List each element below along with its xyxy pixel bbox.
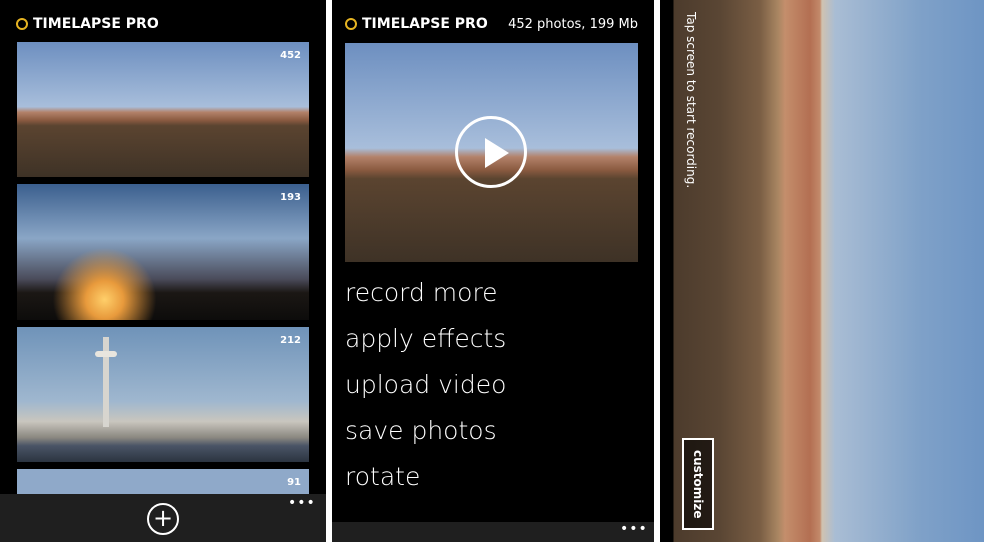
app-title: TIMELAPSE PRO xyxy=(362,16,488,32)
more-button[interactable]: ••• xyxy=(620,522,648,536)
space-needle-image xyxy=(95,337,117,427)
timelapse-thumbnail[interactable]: 91 xyxy=(17,469,309,494)
customize-button[interactable]: customize xyxy=(682,438,714,530)
menu-upload-video[interactable]: upload video xyxy=(345,370,506,399)
video-preview[interactable] xyxy=(345,43,638,262)
timelapse-thumbnail[interactable]: 212 xyxy=(17,327,309,462)
timelapse-thumbnail[interactable]: 452 xyxy=(17,42,309,177)
recording-hint: Tap screen to start recording. xyxy=(684,12,698,189)
app-bar: + ••• xyxy=(0,494,326,542)
photo-count: 212 xyxy=(280,335,301,346)
menu-apply-effects[interactable]: apply effects xyxy=(345,324,506,353)
photo-summary: 452 photos, 199 Mb xyxy=(508,17,638,32)
photo-count: 91 xyxy=(287,477,301,488)
play-icon[interactable] xyxy=(455,116,527,188)
photo-count: 452 xyxy=(280,50,301,61)
menu-record-more[interactable]: record more xyxy=(345,278,498,307)
gallery-screen: TIMELAPSE PRO 452 193 212 91 + ••• xyxy=(0,0,326,542)
add-button[interactable]: + xyxy=(147,503,179,535)
timelapse-thumbnail[interactable]: 193 xyxy=(17,184,309,320)
camera-viewfinder[interactable]: Tap screen to start recording. customize xyxy=(660,0,984,542)
app-logo-icon xyxy=(345,18,357,30)
detail-screen: TIMELAPSE PRO 452 photos, 199 Mb record … xyxy=(332,0,654,542)
app-bar: ••• xyxy=(332,522,654,542)
app-header: TIMELAPSE PRO xyxy=(16,16,159,32)
menu-save-photos[interactable]: save photos xyxy=(345,416,497,445)
app-logo-icon xyxy=(16,18,28,30)
app-title: TIMELAPSE PRO xyxy=(33,16,159,32)
more-button[interactable]: ••• xyxy=(288,496,316,510)
photo-count: 193 xyxy=(280,192,301,203)
menu-rotate[interactable]: rotate xyxy=(345,462,420,491)
app-header: TIMELAPSE PRO xyxy=(345,16,488,32)
